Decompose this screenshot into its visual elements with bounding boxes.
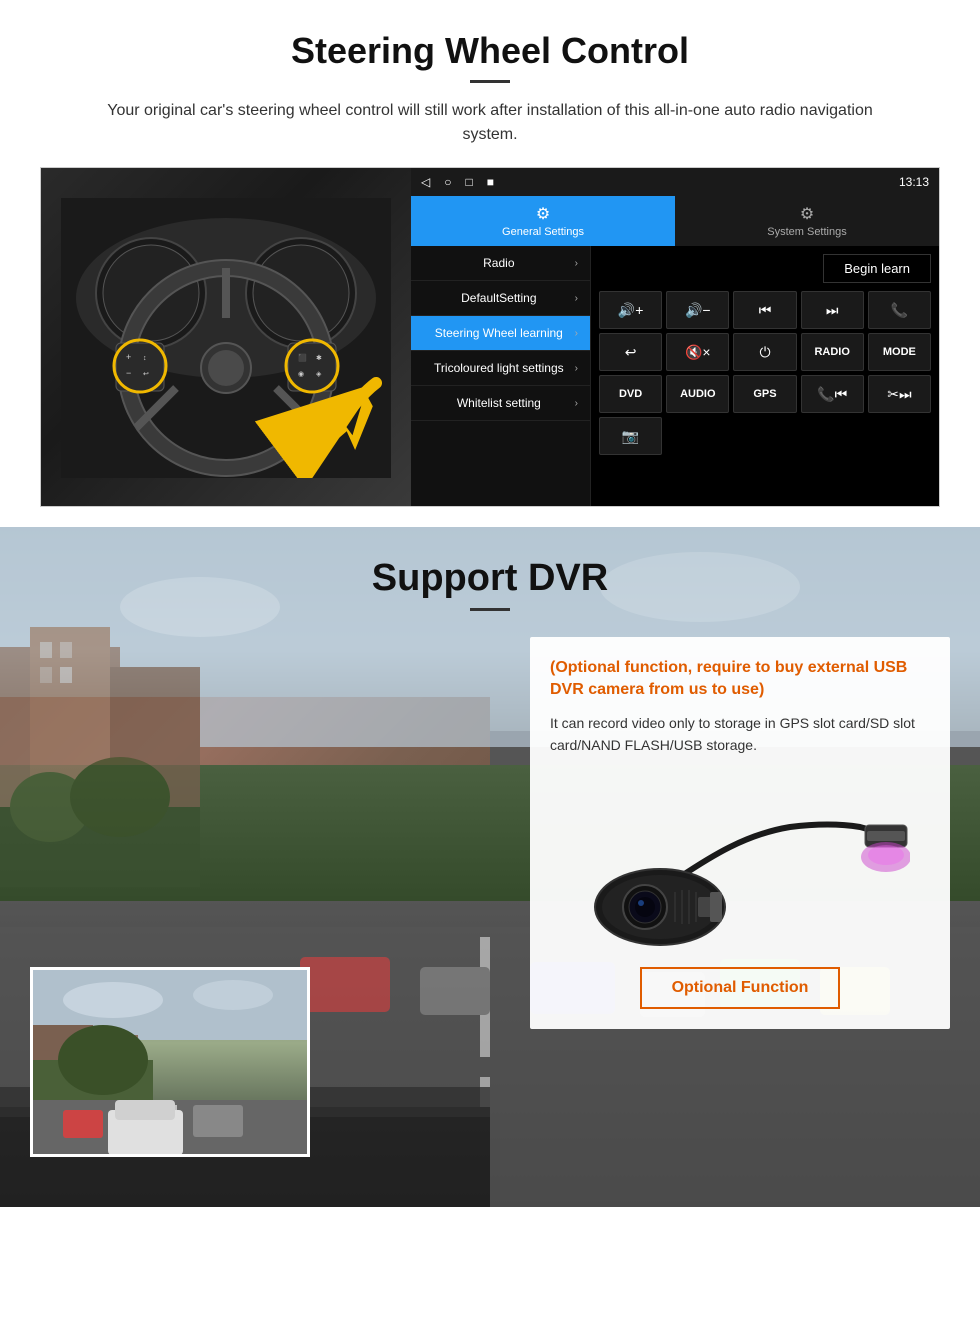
ctrl-phone[interactable]: 📞 — [868, 291, 931, 329]
settings-tabs: ⚙ General Settings ⚙ System Settings — [411, 196, 939, 246]
settings-main-content: Radio › DefaultSetting › Steering Wheel … — [411, 246, 939, 506]
dvr-footage-svg — [33, 970, 310, 1157]
title-divider — [470, 80, 510, 83]
controls-panel: Begin learn 🔊+ 🔊− ⏮ ⏭ 📞 ↩ 🔇× ⏻ RADIO — [591, 246, 939, 506]
dvr-divider — [470, 608, 510, 611]
ctrl-mute[interactable]: 🔇× — [666, 333, 729, 371]
menu-default-label: DefaultSetting — [423, 291, 575, 305]
svg-text:◈: ◈ — [316, 371, 322, 378]
settings-menu: Radio › DefaultSetting › Steering Wheel … — [411, 246, 591, 506]
menu-whitelist-label: Whitelist setting — [423, 396, 575, 410]
dvr-section: Support DVR (Optional function, require … — [0, 527, 980, 1207]
menu-item-default-setting[interactable]: DefaultSetting › — [411, 281, 590, 316]
ctrl-camera[interactable]: 📷 — [599, 417, 662, 455]
menu-tricoloured-label: Tricoloured light settings — [423, 361, 575, 375]
menu-radio-label: Radio — [423, 256, 575, 270]
svg-text:⬛: ⬛ — [298, 353, 307, 362]
chevron-icon-4: › — [575, 363, 578, 374]
ctrl-vol-down[interactable]: 🔊− — [666, 291, 729, 329]
svg-text:+: + — [126, 352, 131, 362]
dvr-title-section: Support DVR — [0, 557, 980, 611]
menu-item-tricoloured[interactable]: Tricoloured light settings › — [411, 351, 590, 386]
steering-wheel-section: Steering Wheel Control Your original car… — [0, 0, 980, 527]
system-settings-icon: ⚙ — [800, 204, 814, 224]
status-time: 13:13 — [899, 175, 929, 189]
dvr-info-box: (Optional function, require to buy exter… — [530, 637, 950, 1029]
svg-text:↩: ↩ — [143, 371, 149, 378]
ctrl-call-next[interactable]: ✂⏭ — [868, 375, 931, 413]
optional-function-button[interactable]: Optional Function — [640, 967, 840, 1009]
ctrl-prev[interactable]: ⏮ — [733, 291, 796, 329]
begin-learn-row: Begin learn — [599, 254, 931, 283]
svg-text:◉: ◉ — [298, 371, 304, 378]
ctrl-vol-up[interactable]: 🔊+ — [599, 291, 662, 329]
tab-system-label: System Settings — [767, 226, 846, 238]
begin-learn-button[interactable]: Begin learn — [823, 254, 931, 283]
info-box-title: (Optional function, require to buy exter… — [550, 657, 930, 702]
status-bar: ◁ ○ □ ■ 13:13 — [411, 168, 939, 196]
svg-text:−: − — [126, 368, 131, 378]
ctrl-mode[interactable]: MODE — [868, 333, 931, 371]
back-icon[interactable]: ◁ — [421, 175, 430, 189]
ctrl-dvd[interactable]: DVD — [599, 375, 662, 413]
menu-item-whitelist[interactable]: Whitelist setting › — [411, 386, 590, 421]
tab-general-label: General Settings — [502, 226, 584, 238]
menu-icon[interactable]: ■ — [487, 175, 494, 189]
dvr-device-svg — [570, 777, 910, 947]
tab-general-settings[interactable]: ⚙ General Settings — [411, 196, 675, 246]
controls-grid: 🔊+ 🔊− ⏮ ⏭ 📞 ↩ 🔇× ⏻ RADIO MODE DVD AUDI — [599, 291, 931, 455]
android-ui: ◁ ○ □ ■ 13:13 ⚙ General Settings ⚙ Syste… — [411, 168, 939, 506]
chevron-icon-5: › — [575, 398, 578, 409]
menu-item-radio[interactable]: Radio › — [411, 246, 590, 281]
page-title: Steering Wheel Control — [40, 30, 940, 72]
general-settings-icon: ⚙ — [536, 204, 550, 224]
info-box-text: It can record video only to storage in G… — [550, 712, 930, 757]
ctrl-power[interactable]: ⏻ — [733, 333, 796, 371]
chevron-icon-3: › — [575, 328, 578, 339]
ctrl-next[interactable]: ⏭ — [801, 291, 864, 329]
dvr-title: Support DVR — [0, 557, 980, 600]
tab-system-settings[interactable]: ⚙ System Settings — [675, 196, 939, 246]
steering-wheel-image: + − ↕ ↩ ⬛ ◉ ✱ ◈ — [61, 198, 391, 478]
ctrl-gps[interactable]: GPS — [733, 375, 796, 413]
ctrl-radio[interactable]: RADIO — [801, 333, 864, 371]
ctrl-call-prev[interactable]: 📞⏮ — [801, 375, 864, 413]
chevron-icon: › — [575, 258, 578, 269]
svg-text:↕: ↕ — [143, 355, 147, 362]
ctrl-audio[interactable]: AUDIO — [666, 375, 729, 413]
section-description: Your original car's steering wheel contr… — [80, 99, 900, 147]
menu-item-steering-wheel[interactable]: Steering Wheel learning › — [411, 316, 590, 351]
steering-wheel-photo: + − ↕ ↩ ⬛ ◉ ✱ ◈ — [41, 168, 411, 507]
screenshot-area: + − ↕ ↩ ⬛ ◉ ✱ ◈ — [40, 167, 940, 507]
dvr-thumbnail — [30, 967, 310, 1157]
nav-icons: ◁ ○ □ ■ — [421, 175, 494, 189]
ctrl-back[interactable]: ↩ — [599, 333, 662, 371]
chevron-icon-2: › — [575, 293, 578, 304]
home-icon[interactable]: ○ — [444, 175, 451, 189]
menu-steering-label: Steering Wheel learning — [423, 326, 575, 340]
recents-icon[interactable]: □ — [465, 175, 472, 189]
svg-text:✱: ✱ — [316, 354, 322, 362]
